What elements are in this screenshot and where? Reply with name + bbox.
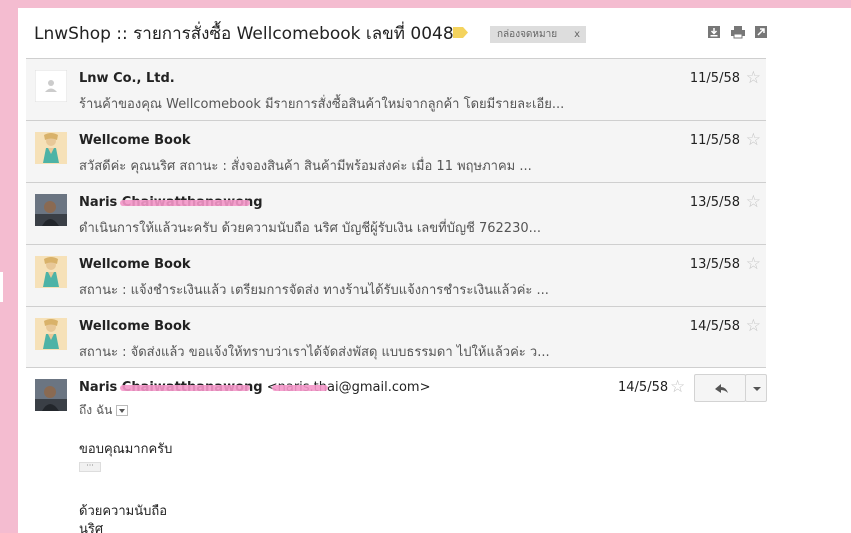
- message-date: 14/5/58: [689, 319, 740, 334]
- show-details-caret-icon[interactable]: [116, 405, 129, 416]
- sender-avatar-shop: [35, 132, 67, 164]
- message-snippet: สถานะ : แจ้งชำระเงินแล้ว เตรียมการจัดส่ง…: [79, 283, 549, 298]
- expanded-message: Naris Chaiwatthanawong <naris.thai@gmail…: [26, 369, 767, 533]
- shop-avatar-icon: [35, 256, 67, 288]
- open-new-window-icon[interactable]: [754, 25, 768, 39]
- message-snippet: สถานะ : จัดส่งแล้ว ขอแจ้งให้ทราบว่าเราได…: [79, 345, 550, 360]
- message-date: 13/5/58: [689, 195, 740, 210]
- recipient-text: ถึง ฉัน: [79, 403, 113, 417]
- sender-avatar-shop: [35, 318, 67, 350]
- star-icon[interactable]: ☆: [746, 192, 761, 212]
- message-row[interactable]: Wellcome Book สถานะ : จัดส่งแล้ว ขอแจ้งใ…: [26, 306, 766, 368]
- left-edge-tab: [0, 272, 3, 302]
- star-icon[interactable]: ☆: [746, 68, 761, 88]
- message-snippet: สวัสดีค่ะ คุณนริศ สถานะ : สั่งจองสินค้า …: [79, 159, 532, 174]
- star-icon[interactable]: ☆: [746, 130, 761, 150]
- email-panel: LnwShop :: รายการสั่งซื้อ Wellcomebook เ…: [18, 8, 851, 533]
- message-sender: Wellcome Book: [79, 257, 191, 272]
- thread-subject: LnwShop :: รายการสั่งซื้อ Wellcomebook เ…: [34, 24, 454, 44]
- thread-header: LnwShop :: รายการสั่งซื้อ Wellcomebook เ…: [18, 8, 851, 58]
- message-snippet: ร้านค้าของคุณ Wellcomebook มีรายการสั่งซ…: [79, 97, 565, 112]
- message-row[interactable]: Wellcome Book สถานะ : แจ้งชำระเงินแล้ว เ…: [26, 244, 766, 306]
- label-chip-text: กล่องจดหมาย: [497, 29, 558, 40]
- thread-message-list: Lnw Co., Ltd. ร้านค้าของคุณ Wellcomebook…: [26, 58, 766, 368]
- person-avatar-icon: [35, 194, 67, 226]
- label-chip-inbox[interactable]: กล่องจดหมาย x: [490, 26, 586, 43]
- message-row[interactable]: Wellcome Book สวัสดีค่ะ คุณนริศ สถานะ : …: [26, 120, 766, 182]
- body-greeting: ขอบคุณมากครับ: [79, 442, 173, 457]
- star-icon[interactable]: ☆: [746, 316, 761, 336]
- message-row[interactable]: Naris Chaiwatthanawong ดำเนินการให้แล้วน…: [26, 182, 766, 244]
- star-icon[interactable]: ☆: [670, 377, 685, 397]
- person-avatar-icon: [35, 379, 67, 411]
- message-date: 13/5/58: [689, 257, 740, 272]
- top-frame: [0, 0, 851, 8]
- reply-arrow-icon: [715, 384, 728, 393]
- redaction-mark: [120, 385, 250, 391]
- body-signature: นริศ: [79, 522, 104, 533]
- download-icon[interactable]: [707, 25, 721, 39]
- remove-label-button[interactable]: x: [574, 26, 580, 43]
- more-options-button[interactable]: [745, 374, 767, 402]
- show-trimmed-content-button[interactable]: ···: [79, 462, 101, 472]
- label-tag-icon[interactable]: [453, 27, 468, 38]
- redaction-mark: [272, 385, 328, 391]
- default-avatar-icon: [35, 70, 67, 102]
- message-date: 11/5/58: [689, 133, 740, 148]
- sender-avatar-default: [35, 70, 67, 102]
- print-icon[interactable]: [730, 25, 746, 39]
- shop-avatar-icon: [35, 318, 67, 350]
- expanded-date: 14/5/58: [618, 380, 669, 395]
- message-sender: Wellcome Book: [79, 133, 191, 148]
- redaction-mark: [120, 200, 250, 206]
- star-icon[interactable]: ☆: [746, 254, 761, 274]
- sender-avatar-person: [35, 194, 67, 226]
- message-sender: Lnw Co., Ltd.: [79, 71, 175, 86]
- message-sender: Wellcome Book: [79, 319, 191, 334]
- message-date: 11/5/58: [689, 71, 740, 86]
- recipient-line: ถึง ฉัน: [79, 401, 129, 420]
- reply-button[interactable]: [694, 374, 746, 402]
- sender-avatar-person: [35, 379, 67, 411]
- message-snippet: ดำเนินการให้แล้วนะครับ ด้วยความนับถือ นร…: [79, 221, 542, 236]
- shop-avatar-icon: [35, 132, 67, 164]
- sender-avatar-shop: [35, 256, 67, 288]
- message-row[interactable]: Lnw Co., Ltd. ร้านค้าของคุณ Wellcomebook…: [26, 58, 766, 120]
